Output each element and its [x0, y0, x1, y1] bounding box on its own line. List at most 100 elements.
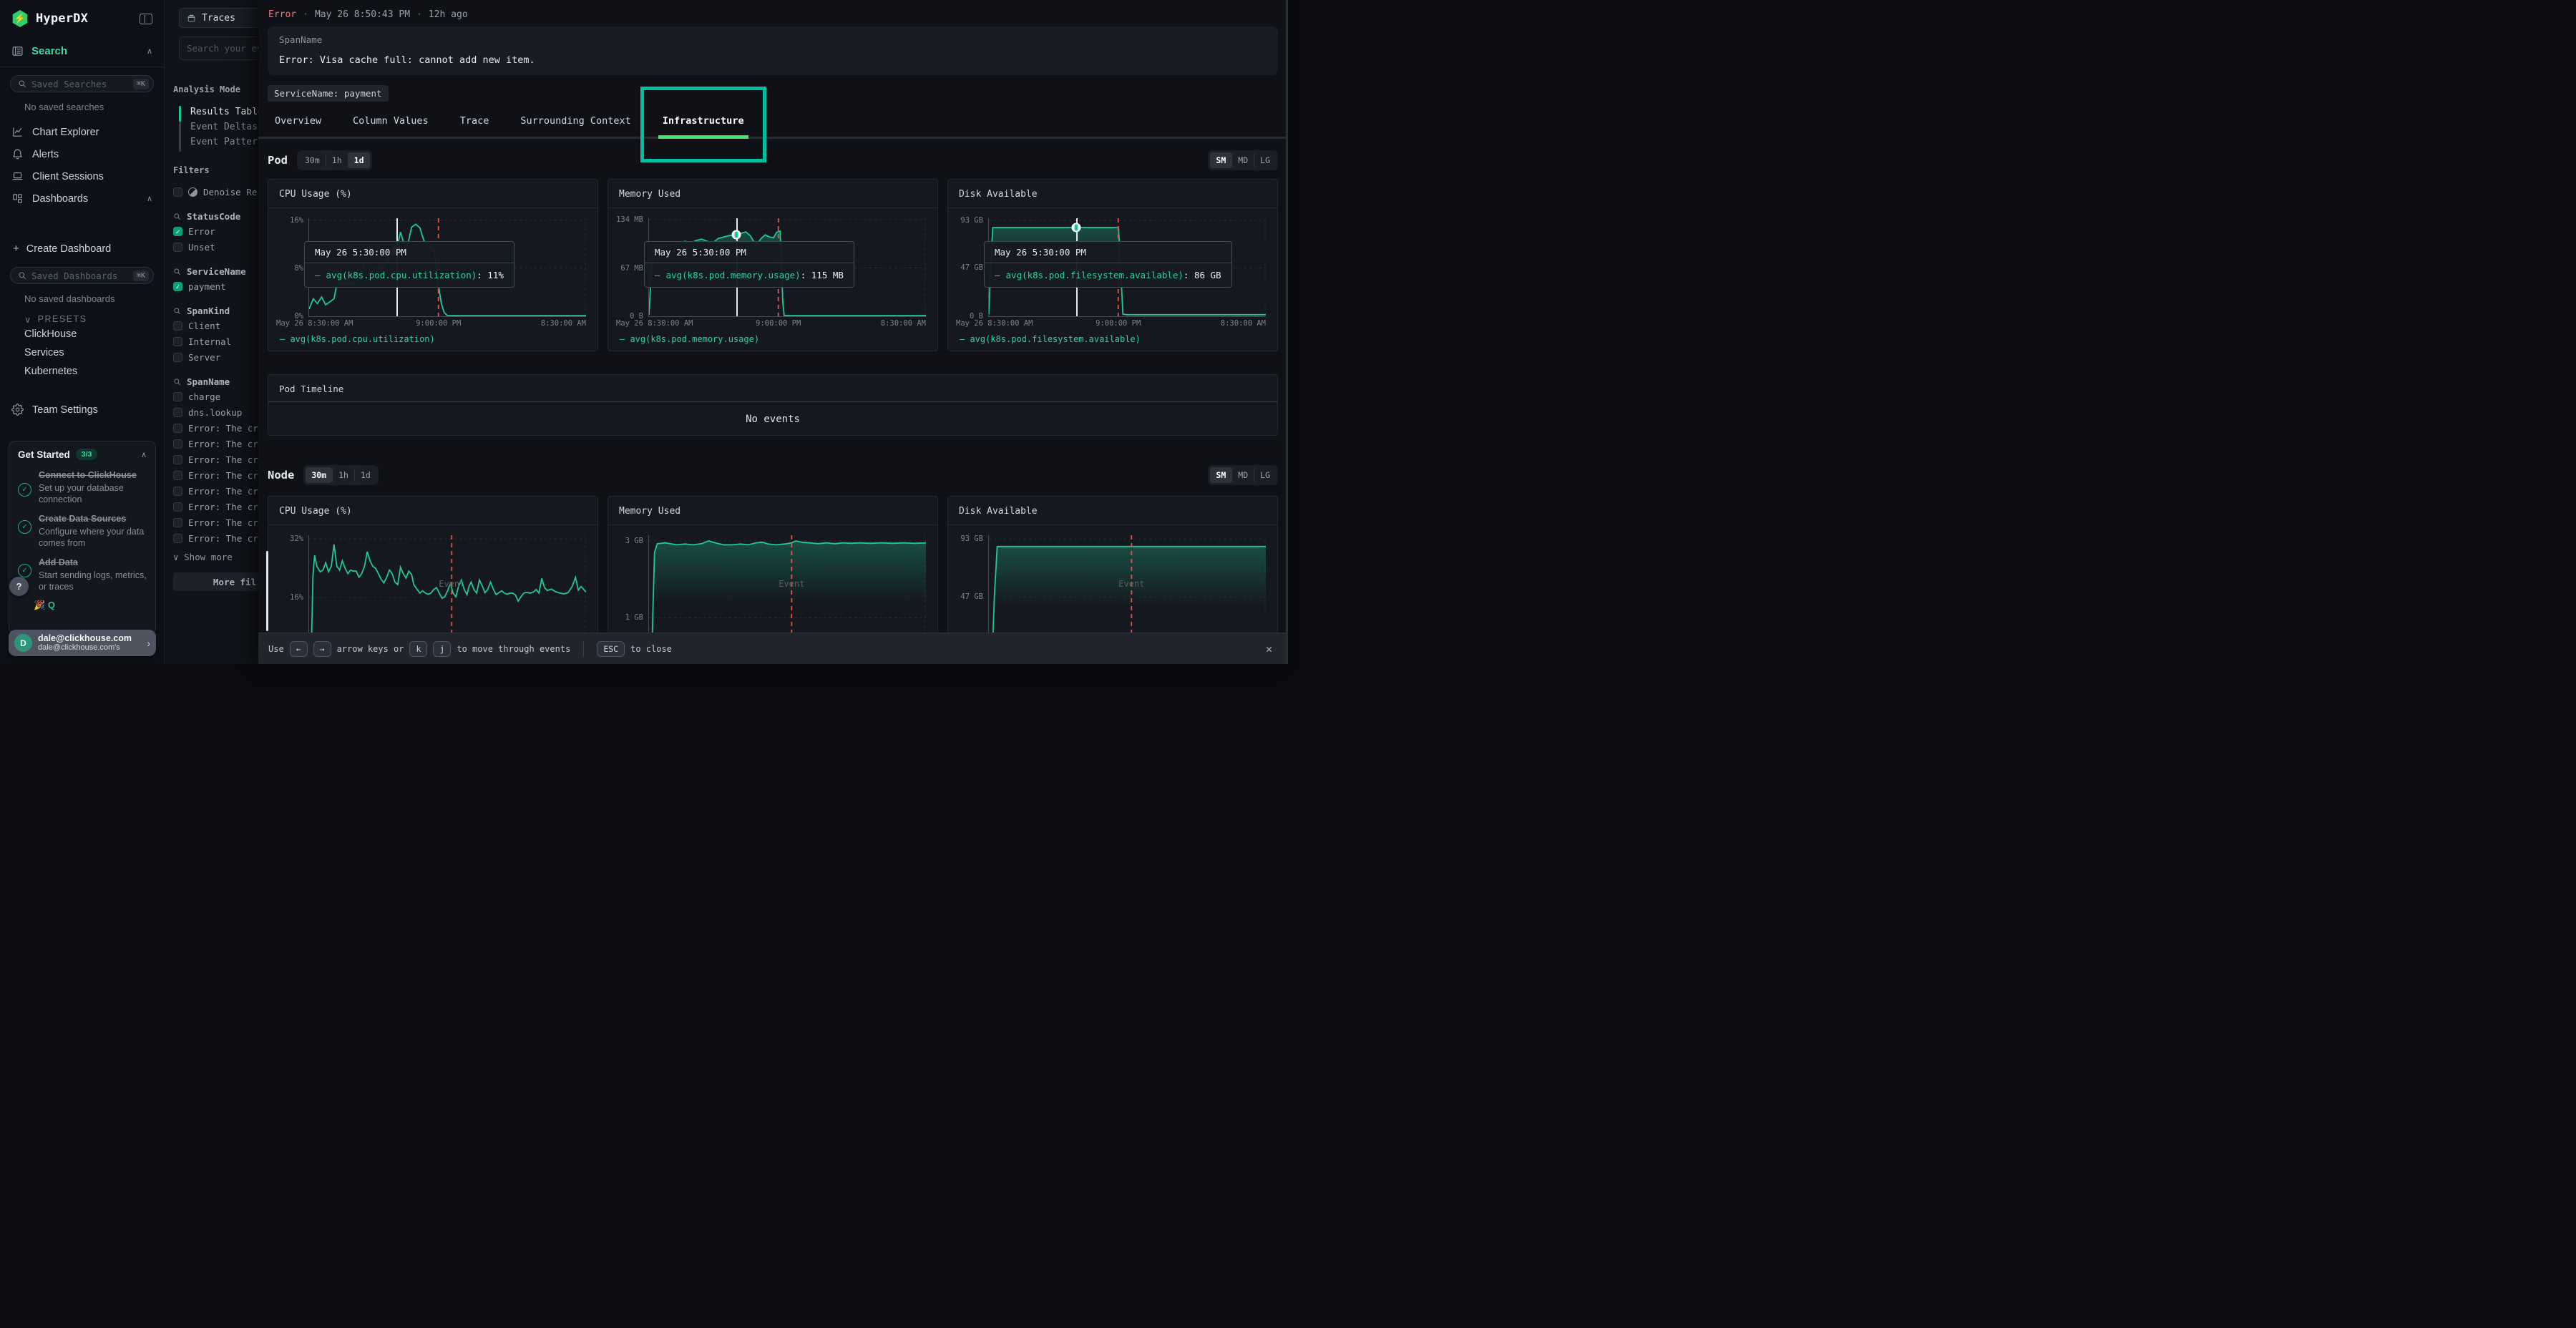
filter-checkbox[interactable]: [173, 487, 182, 496]
j-key[interactable]: j: [433, 641, 451, 657]
show-more-button[interactable]: ∨ Show more: [173, 552, 258, 562]
tab-overview[interactable]: Overview: [259, 104, 337, 137]
pod-size-sm[interactable]: SM: [1210, 152, 1231, 168]
sidebar-item-alerts[interactable]: Alerts: [0, 143, 164, 165]
tab-infrastructure[interactable]: Infrastructure: [647, 104, 760, 137]
pod-range-30m[interactable]: 30m: [299, 152, 326, 168]
filter-option[interactable]: charge: [173, 389, 258, 404]
chevron-up-icon[interactable]: ∧: [141, 450, 147, 459]
filter-option[interactable]: Unset: [173, 239, 258, 255]
sidebar-item-chart-explorer[interactable]: Chart Explorer: [0, 121, 164, 143]
pod-range-1d[interactable]: 1d: [348, 152, 370, 168]
preset-item-clickhouse[interactable]: ClickHouse: [0, 325, 164, 343]
y-axis-tick: 93 GB: [960, 216, 983, 225]
filter-option[interactable]: Client: [173, 318, 258, 333]
filter-option[interactable]: Error: The cr: [173, 514, 258, 530]
denoise-checkbox[interactable]: [173, 187, 182, 197]
saved-dashboards-input[interactable]: Saved Dashboards ⌘K: [10, 267, 154, 284]
get-started-step[interactable]: ✓Create Data SourcesConfigure where your…: [9, 508, 155, 552]
sidebar-item-team-settings[interactable]: Team Settings: [0, 399, 164, 421]
close-icon[interactable]: ✕: [1266, 643, 1272, 655]
tab-column-values[interactable]: Column Values: [337, 104, 444, 137]
event-search-input[interactable]: Search your ev: [179, 36, 258, 60]
chevron-up-icon[interactable]: ∧: [147, 194, 152, 203]
filter-checkbox[interactable]: [173, 408, 182, 417]
service-name-tag[interactable]: ServiceName: payment: [268, 85, 389, 102]
arrow-right-key[interactable]: →: [313, 641, 331, 657]
filter-checkbox[interactable]: [173, 518, 182, 527]
filter-checkbox[interactable]: [173, 227, 182, 236]
node-range-1h[interactable]: 1h: [332, 467, 354, 483]
filter-option[interactable]: Server: [173, 349, 258, 365]
step-title: Create Data Sources: [39, 514, 147, 525]
filter-option[interactable]: dns.lookup: [173, 404, 258, 420]
sidebar-item-search[interactable]: Search ∧: [0, 45, 164, 57]
filter-checkbox[interactable]: [173, 337, 182, 346]
help-button[interactable]: ?: [9, 577, 29, 596]
filter-option[interactable]: Error: The cr: [173, 530, 258, 546]
celebration-row[interactable]: 🎉 Q: [34, 600, 155, 611]
panel-scrollbar-thumb[interactable]: [266, 551, 268, 631]
filter-checkbox[interactable]: [173, 439, 182, 449]
filter-option[interactable]: Error: The cr: [173, 483, 258, 499]
pod-size-md[interactable]: MD: [1231, 152, 1254, 168]
tab-surrounding-context[interactable]: Surrounding Context: [504, 104, 646, 137]
pod-size-lg[interactable]: LG: [1254, 152, 1276, 168]
filter-option[interactable]: payment: [173, 278, 258, 294]
chart-plot-area[interactable]: Event: [308, 535, 586, 646]
preset-item-services[interactable]: Services: [0, 343, 164, 362]
node-size-md[interactable]: MD: [1231, 467, 1254, 483]
k-key[interactable]: k: [409, 641, 427, 657]
filter-checkbox[interactable]: [173, 282, 182, 291]
node-size-lg[interactable]: LG: [1254, 467, 1276, 483]
filter-checkbox[interactable]: [173, 534, 182, 543]
filter-checkbox[interactable]: [173, 392, 182, 401]
logo-row: ⚡ HyperDX: [0, 0, 164, 27]
preset-item-kubernetes[interactable]: Kubernetes: [0, 362, 164, 381]
arrow-left-key[interactable]: ←: [290, 641, 308, 657]
pod-range-1h[interactable]: 1h: [326, 152, 348, 168]
chart-plot-area[interactable]: Event: [648, 535, 926, 646]
span-name-card: SpanName Error: Visa cache full: cannot …: [268, 26, 1278, 75]
node-cpu-svg: [309, 535, 586, 646]
y-axis-tick: 16%: [290, 215, 303, 224]
filter-checkbox[interactable]: [173, 455, 182, 464]
more-filters-button[interactable]: More fil: [173, 572, 258, 591]
filter-checkbox[interactable]: [173, 424, 182, 433]
filter-option[interactable]: Error: The cr: [173, 420, 258, 436]
y-axis-tick: 67 MB: [620, 263, 643, 272]
get-started-step[interactable]: ✓Add DataStart sending logs, metrics, or…: [9, 552, 155, 595]
chart-plot-area[interactable]: Event: [988, 535, 1266, 646]
denoise-toggle[interactable]: Denoise Re: [173, 184, 258, 200]
page-scrollbar[interactable]: [1286, 0, 1288, 664]
collapse-sidebar-icon[interactable]: [140, 14, 152, 24]
filter-checkbox[interactable]: [173, 321, 182, 331]
search-icon: [18, 79, 26, 88]
filter-option[interactable]: Error: [173, 223, 258, 239]
sidebar-item-dashboards[interactable]: Dashboards∧: [0, 187, 164, 210]
get-started-step[interactable]: ✓Connect to ClickHouseSet up your databa…: [9, 464, 155, 508]
create-dashboard-button[interactable]: + Create Dashboard: [0, 238, 164, 259]
filter-checkbox[interactable]: [173, 243, 182, 252]
source-select[interactable]: Traces: [179, 8, 258, 28]
pod-size-selector: SMMDLG: [1208, 150, 1278, 170]
filter-checkbox[interactable]: [173, 471, 182, 480]
node-size-sm[interactable]: SM: [1210, 467, 1231, 483]
filter-checkbox[interactable]: [173, 353, 182, 362]
presets-toggle[interactable]: ∨ PRESETS: [24, 314, 164, 325]
filter-option[interactable]: Error: The cr: [173, 451, 258, 467]
saved-searches-input[interactable]: Saved Searches ⌘K: [10, 75, 154, 92]
node-range-30m[interactable]: 30m: [306, 467, 332, 483]
filter-option[interactable]: Error: The cr: [173, 467, 258, 483]
chevron-up-icon[interactable]: ∧: [147, 47, 152, 56]
user-menu[interactable]: D dale@clickhouse.com dale@clickhouse.co…: [9, 630, 156, 656]
filter-checkbox[interactable]: [173, 502, 182, 512]
filter-option[interactable]: Error: The cr: [173, 436, 258, 451]
tab-trace[interactable]: Trace: [444, 104, 505, 137]
node-range-1d[interactable]: 1d: [354, 467, 376, 483]
esc-key[interactable]: ESC: [597, 641, 625, 657]
filter-option[interactable]: Error: The cr: [173, 499, 258, 514]
chart-title: Disk Available: [948, 180, 1277, 208]
filter-option[interactable]: Internal: [173, 333, 258, 349]
sidebar-item-client-sessions[interactable]: Client Sessions: [0, 165, 164, 187]
